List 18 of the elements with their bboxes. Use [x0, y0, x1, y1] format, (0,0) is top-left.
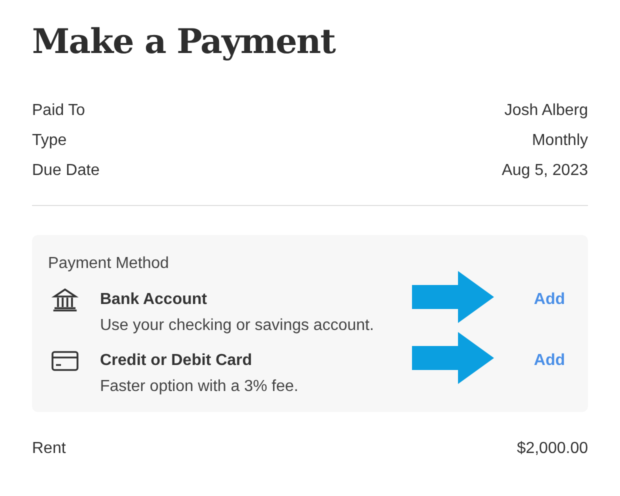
page-title: Make a Payment	[32, 21, 337, 64]
panel-heading: Payment Method	[48, 254, 170, 274]
method-name: Bank Account	[100, 290, 208, 310]
detail-value: Aug 5, 2023	[502, 161, 588, 181]
add-link[interactable]: Add	[534, 288, 565, 312]
method-description: Faster option with a 3% fee.	[100, 377, 300, 397]
detail-label: Paid To	[32, 101, 86, 121]
detail-value: Monthly	[532, 131, 588, 151]
detail-value: Josh Alberg	[504, 101, 588, 121]
summary-label: Rent	[32, 439, 66, 459]
detail-label: Due Date	[32, 161, 100, 181]
detail-label: Type	[32, 131, 67, 151]
credit-card-icon	[51, 350, 79, 372]
method-name: Credit or Debit Card	[100, 351, 254, 371]
method-description: Use your checking or savings account.	[100, 316, 375, 336]
add-link[interactable]: Add	[534, 349, 565, 373]
bank-icon	[51, 286, 79, 314]
summary-value: $2,000.00	[516, 439, 588, 459]
